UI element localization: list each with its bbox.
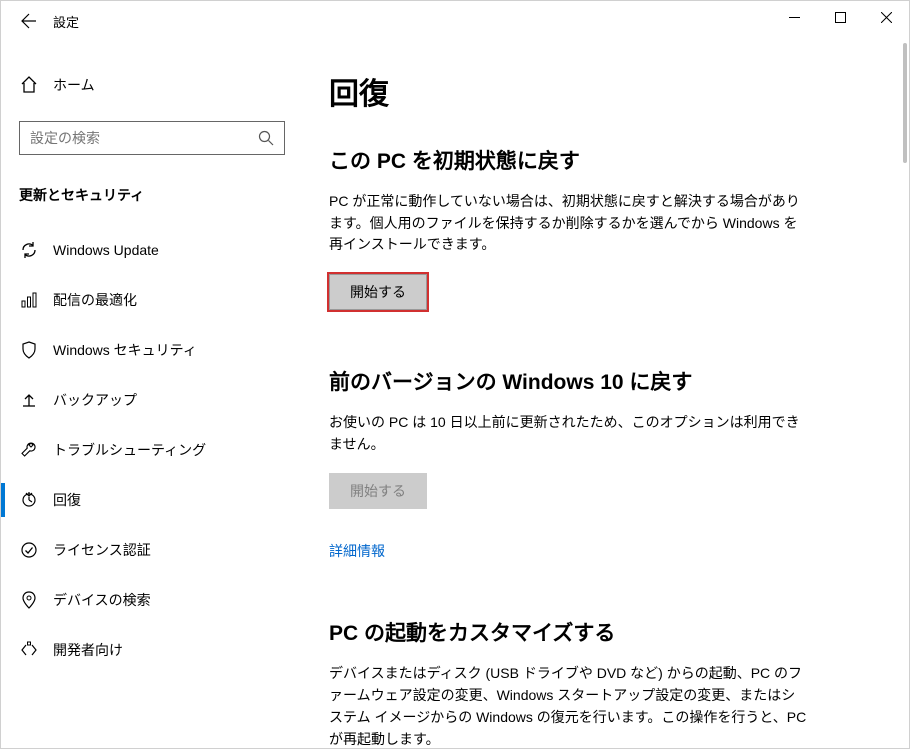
sidebar: ホーム 更新とセキュリティ Windows Update 配信の最適化 [1, 41, 301, 748]
sidebar-nav: Windows Update 配信の最適化 Windows セキュリティ バック… [1, 225, 301, 675]
optimization-icon [19, 291, 39, 309]
section-description: デバイスまたはディスク (USB ドライブや DVD など) からの起動、PC … [329, 663, 809, 748]
search-input[interactable] [30, 130, 258, 146]
section-advanced-startup: PC の起動をカスタマイズする デバイスまたはディスク (USB ドライブや D… [329, 617, 869, 748]
maximize-button[interactable] [817, 1, 863, 33]
sidebar-item-label: 配信の最適化 [53, 290, 137, 310]
home-link[interactable]: ホーム [19, 65, 301, 105]
sidebar-item-label: 開発者向け [53, 640, 123, 660]
reset-start-button[interactable]: 開始する [329, 274, 427, 310]
section-go-back: 前のバージョンの Windows 10 に戻す お使いの PC は 10 日以上… [329, 366, 869, 561]
wrench-icon [19, 441, 39, 459]
sidebar-item-developers[interactable]: 開発者向け [1, 625, 301, 675]
page-title: 回復 [329, 69, 869, 113]
search-box[interactable] [19, 121, 285, 155]
close-button[interactable] [863, 1, 909, 33]
goback-start-button: 開始する [329, 473, 427, 509]
back-button[interactable] [9, 1, 49, 41]
sidebar-item-recovery[interactable]: 回復 [1, 475, 301, 525]
sync-icon [19, 241, 39, 259]
learn-more-link[interactable]: 詳細情報 [329, 541, 385, 561]
section-description: PC が正常に動作していない場合は、初期状態に戻すと解決する場合があります。個人… [329, 191, 809, 256]
arrow-left-icon [21, 13, 37, 29]
close-icon [881, 12, 892, 23]
shield-icon [19, 341, 39, 359]
search-icon [258, 130, 274, 146]
sidebar-item-delivery-optimization[interactable]: 配信の最適化 [1, 275, 301, 325]
sidebar-item-activation[interactable]: ライセンス認証 [1, 525, 301, 575]
developer-icon [19, 641, 39, 659]
find-device-icon [19, 591, 39, 609]
sidebar-item-troubleshoot[interactable]: トラブルシューティング [1, 425, 301, 475]
window-title: 設定 [53, 12, 79, 31]
home-icon [19, 76, 39, 94]
sidebar-item-label: バックアップ [53, 390, 137, 410]
recovery-icon [19, 491, 39, 509]
settings-window: 設定 ホーム [0, 0, 910, 749]
body: ホーム 更新とセキュリティ Windows Update 配信の最適化 [1, 41, 909, 748]
maximize-icon [835, 12, 846, 23]
activation-icon [19, 541, 39, 559]
sidebar-item-label: Windows セキュリティ [53, 340, 197, 360]
section-description: お使いの PC は 10 日以上前に更新されたため、このオプションは利用できませ… [329, 412, 809, 455]
minimize-button[interactable] [771, 1, 817, 33]
section-heading: この PC を初期状態に戻す [329, 145, 869, 175]
sidebar-item-label: Windows Update [53, 242, 159, 258]
sidebar-item-windows-update[interactable]: Windows Update [1, 225, 301, 275]
sidebar-item-find-device[interactable]: デバイスの検索 [1, 575, 301, 625]
titlebar: 設定 [1, 1, 909, 41]
window-controls [771, 1, 909, 33]
section-heading: 前のバージョンの Windows 10 に戻す [329, 366, 869, 396]
sidebar-item-label: 回復 [53, 490, 81, 510]
sidebar-item-label: ライセンス認証 [53, 540, 151, 560]
sidebar-item-label: トラブルシューティング [53, 440, 206, 460]
section-heading: PC の起動をカスタマイズする [329, 617, 869, 647]
backup-icon [19, 391, 39, 409]
home-label: ホーム [53, 75, 95, 95]
sidebar-item-windows-security[interactable]: Windows セキュリティ [1, 325, 301, 375]
sidebar-item-label: デバイスの検索 [53, 590, 151, 610]
scrollbar-thumb[interactable] [903, 43, 907, 163]
minimize-icon [789, 12, 800, 23]
section-reset-pc: この PC を初期状態に戻す PC が正常に動作していない場合は、初期状態に戻す… [329, 145, 869, 310]
content-area: 回復 この PC を初期状態に戻す PC が正常に動作していない場合は、初期状態… [301, 41, 909, 748]
sidebar-item-backup[interactable]: バックアップ [1, 375, 301, 425]
sidebar-section-title: 更新とセキュリティ [19, 185, 301, 205]
